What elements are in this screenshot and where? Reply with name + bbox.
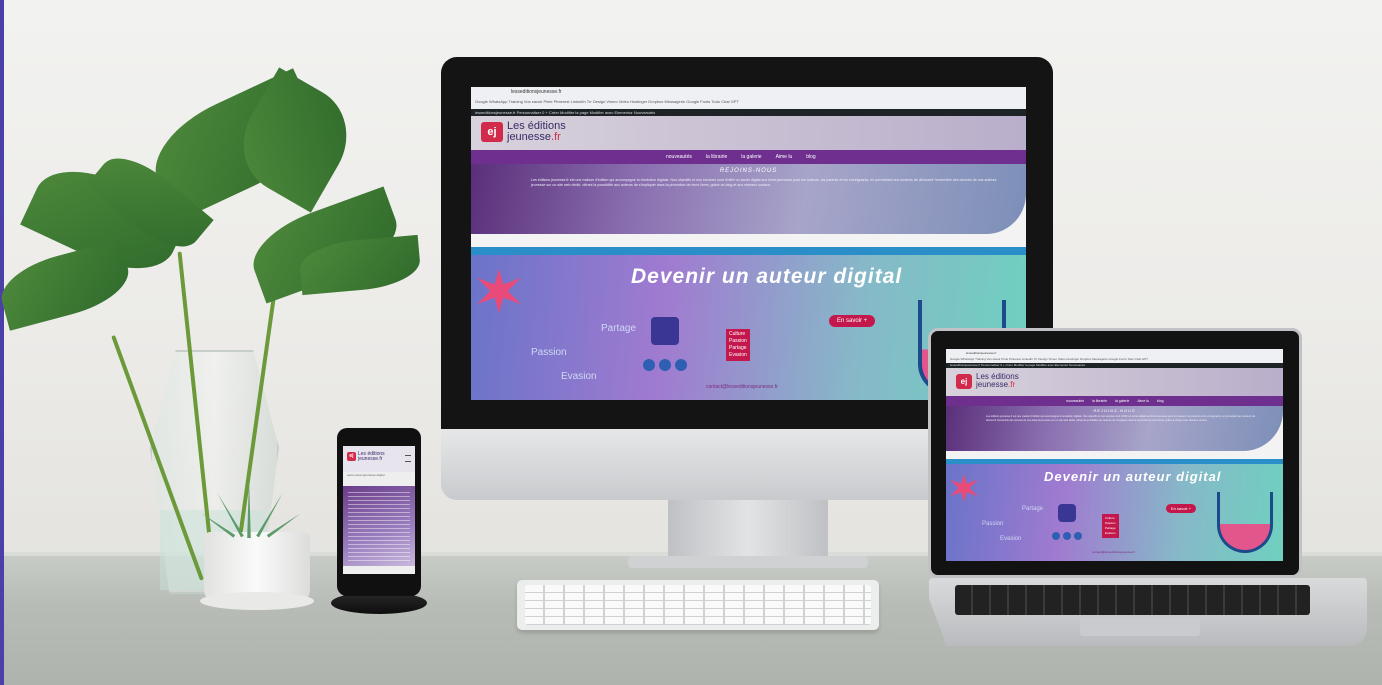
learn-more-button[interactable]: En savoir + xyxy=(1166,504,1197,513)
hamburger-menu-icon[interactable] xyxy=(405,455,411,462)
logo-line-2: jeunesse.fr xyxy=(358,456,383,462)
dots-decoration xyxy=(643,359,687,371)
logo-line-2: jeunesse.fr xyxy=(976,381,1019,389)
banner-word: Passion xyxy=(982,521,1004,527)
nav-item-galerie[interactable]: la galerie xyxy=(741,150,761,164)
section-text: Les éditions jeunesse.fr est une maison … xyxy=(986,415,1256,422)
nav-item-blog[interactable]: blog xyxy=(806,150,815,164)
phone-text-block xyxy=(348,492,410,562)
laptop-keyboard xyxy=(955,585,1310,615)
logo-line-2: jeunesse.fr xyxy=(507,132,566,143)
section-title: REJOINS-NOUS xyxy=(719,168,778,174)
workspace-scene: lesseditionsjeunesse.fr Google WhatsApp … xyxy=(0,0,1382,685)
phone-subtitle: www.universjeunesse.digital xyxy=(347,473,385,477)
site-logo[interactable]: ej Les éditions jeunesse.fr xyxy=(481,121,566,143)
nav-item-librairie[interactable]: la librairie xyxy=(1092,396,1107,406)
banner-word: Partage xyxy=(601,323,637,334)
site-header: ej Les éditions jeunesse.fr xyxy=(946,368,1283,396)
author-banner: Devenir un auteur digital Partage Passio… xyxy=(946,464,1283,561)
left-accent-bar xyxy=(0,0,4,685)
tag-line: Culture xyxy=(729,331,746,337)
logo-mark: ej xyxy=(481,122,503,142)
banner-words: Partage Passion Evasion xyxy=(982,502,1043,547)
logo-mark: ej xyxy=(347,452,356,461)
address-bar[interactable]: lesseditionsjeunesse.fr xyxy=(511,89,631,96)
join-section: REJOINS-NOUS Les éditions jeunesse.fr es… xyxy=(471,164,1026,234)
pot-saucer xyxy=(200,592,314,610)
keyboard-keys xyxy=(525,585,871,625)
monitor-stand xyxy=(668,498,828,560)
logo-word: jeunesse xyxy=(976,380,1009,389)
logo-word: jeunesse xyxy=(507,131,552,143)
blue-band xyxy=(471,247,1026,255)
section-text: Les éditions jeunesse.fr est une maison … xyxy=(531,178,997,187)
bookmarks-bar: Google WhatsApp Training Vos savoir Pint… xyxy=(475,99,739,104)
bookmarks-bar: Google WhatsApp Training Vos savoir Pint… xyxy=(950,357,1148,361)
banner-word: Partage xyxy=(1022,506,1044,512)
cup-illustration xyxy=(1217,492,1273,553)
phone-screen: ej Les éditions jeunesse.fr www.universj… xyxy=(343,446,415,574)
nav-item-nouveautes[interactable]: nouveautés xyxy=(1066,396,1084,406)
logo-mark: ej xyxy=(956,373,972,389)
monitor-stand-base xyxy=(628,556,868,568)
main-nav: nouveautés la librairie la galerie Aime … xyxy=(471,150,1026,164)
nav-item-blog[interactable]: blog xyxy=(1157,396,1164,406)
magnifier-icon xyxy=(1058,504,1076,522)
tag-line: Evasion xyxy=(1105,531,1116,535)
nav-item-librairie[interactable]: la librairie xyxy=(706,150,727,164)
banner-word: Passion xyxy=(531,347,567,358)
nav-item-aime-lu[interactable]: Aime lu xyxy=(776,150,793,164)
browser-chrome: lesseditionsjeunesse.fr Google WhatsApp … xyxy=(471,87,1026,110)
banner-title: Devenir un auteur digital xyxy=(1044,469,1222,484)
pink-starburst xyxy=(477,269,521,313)
dots-decoration xyxy=(1052,532,1082,540)
nav-item-nouveautes[interactable]: nouveautés xyxy=(666,150,692,164)
banner-words: Partage Passion Evasion xyxy=(531,317,636,389)
site-header: ej Les éditions jeunesse.fr xyxy=(471,116,1026,150)
magnifier-icon xyxy=(651,317,679,345)
browser-chrome: lesseditionsjeunesse.fr Google WhatsApp … xyxy=(946,349,1283,364)
values-tag: Culture Passion Partage Evasion xyxy=(1102,514,1119,538)
logo-text: Les éditions jeunesse.fr xyxy=(358,452,385,462)
section-title: REJOINS-NOUS xyxy=(1093,408,1136,413)
wp-admin-bar: lesseditionsjeunesse.fr Personnaliser 0 … xyxy=(471,109,1026,116)
logo-tld: .fr xyxy=(1008,380,1016,389)
main-nav: nouveautés la librairie la galerie Aime … xyxy=(946,396,1283,406)
values-tag: Culture Passion Partage Evasion xyxy=(726,329,750,361)
tag-line: Passion xyxy=(729,338,747,344)
join-section: REJOINS-NOUS Les éditions jeunesse.fr es… xyxy=(946,406,1283,451)
contact-email[interactable]: contact@lesseditionsjeunesse.fr xyxy=(706,384,778,390)
banner-word: Evasion xyxy=(1000,536,1022,542)
nav-item-galerie[interactable]: la galerie xyxy=(1115,396,1129,406)
tag-line: Partage xyxy=(729,345,747,351)
site-logo[interactable]: ej Les éditions jeunesse.fr xyxy=(956,373,1019,389)
tag-line: Evasion xyxy=(729,352,747,358)
banner-title: Devenir un auteur digital xyxy=(631,265,903,288)
nav-item-aime-lu[interactable]: Aime lu xyxy=(1137,396,1149,406)
laptop-trackpad xyxy=(1080,618,1200,636)
logo-text: Les éditions jeunesse.fr xyxy=(976,373,1019,389)
pink-starburst xyxy=(950,474,978,502)
learn-more-button[interactable]: En savoir + xyxy=(829,315,876,327)
laptop-screen: lesseditionsjeunesse.fr Google WhatsApp … xyxy=(946,349,1283,561)
banner-word: Evasion xyxy=(561,371,597,382)
contact-email[interactable]: contact@lesseditionsjeunesse.fr xyxy=(1092,550,1135,554)
phone-header: ej Les éditions jeunesse.fr xyxy=(343,446,415,472)
logo-tld: .fr xyxy=(551,131,561,143)
logo-text: Les éditions jeunesse.fr xyxy=(507,121,566,143)
